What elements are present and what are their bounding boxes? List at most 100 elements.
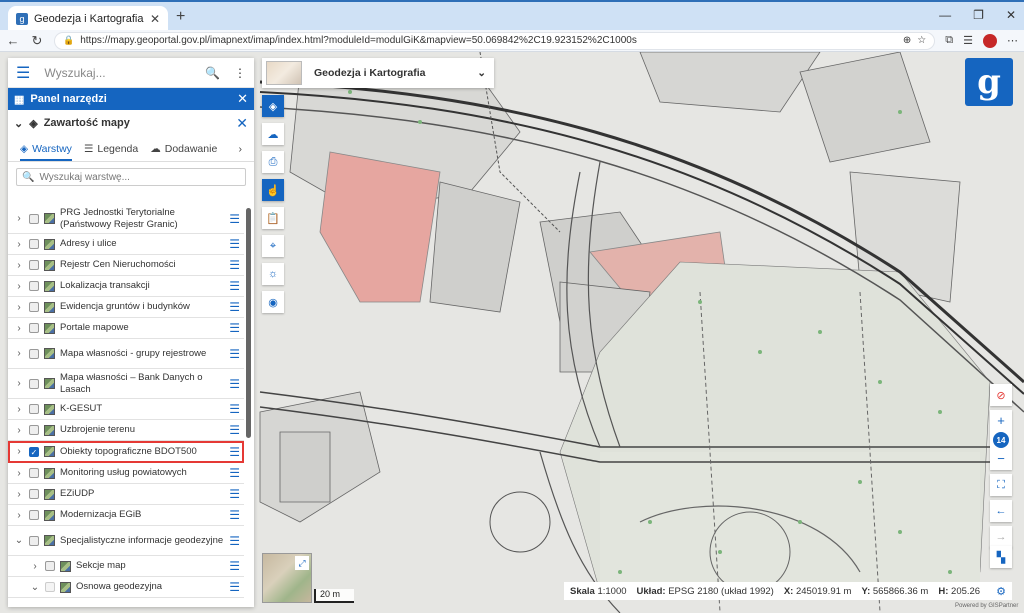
zoom-in-icon[interactable]: + [997,414,1005,428]
layer-row[interactable]: › Modernizacja EGiB ☰ [8,505,244,526]
layer-checkbox[interactable] [29,378,39,389]
layer-list-scrollbar[interactable] [246,208,251,438]
layer-checkbox[interactable]: ✓ [29,446,39,457]
reload-icon[interactable]: ↻ [30,33,44,49]
overview-map[interactable]: ⤢ [262,553,312,603]
expand-chevron-icon[interactable]: › [14,239,24,250]
layer-checkbox[interactable] [29,260,39,270]
layer-checkbox[interactable] [29,535,39,546]
map-contents-header[interactable]: ⌄ ◈ Zawartość mapy ✕ [8,110,254,136]
layer-row[interactable]: › Sekcje map ☰ [8,556,244,577]
tabs-next-icon[interactable]: › [239,143,243,161]
overview-expand-icon[interactable]: ⤢ [295,556,309,570]
layer-row[interactable]: › Mapa własności – Bank Danych o Lasach ☰ [8,369,244,399]
layer-menu-icon[interactable]: ☰ [229,559,240,573]
layer-menu-icon[interactable]: ☰ [229,321,240,335]
expand-chevron-icon[interactable]: › [14,489,24,500]
expand-chevron-icon[interactable]: › [14,323,24,334]
expand-chevron-icon[interactable]: › [14,260,24,271]
layer-menu-icon[interactable]: ☰ [229,487,240,501]
layer-checkbox[interactable] [29,281,39,291]
layer-row[interactable]: › Adresy i ulice ☰ [8,234,244,255]
layer-menu-icon[interactable]: ☰ [229,423,240,437]
layer-checkbox[interactable] [45,582,55,592]
gps-off-button[interactable]: ⊘ [990,384,1012,406]
restore-icon[interactable]: ❐ [973,8,984,22]
layers-tool-button[interactable]: ◈ [262,95,284,117]
layer-menu-icon[interactable]: ☰ [229,347,240,361]
expand-chevron-icon[interactable]: › [14,281,24,292]
collections-icon[interactable]: ☰ [963,34,973,48]
layer-row[interactable]: › Mapa własności - grupy rejestrowe ☰ [8,339,244,369]
basemap-switch-button[interactable]: ▚ [990,546,1012,568]
expand-chevron-icon[interactable]: › [14,302,24,313]
crs-value[interactable]: EPSG 2180 (układ 1992) [668,586,774,597]
browser-tab[interactable]: g Geodezja i Kartografia - Geoportal ✕ [8,6,168,32]
expand-chevron-icon[interactable]: › [14,446,24,457]
layer-row[interactable]: ⌄ Osnowa geodezyjna ☰ [8,577,244,598]
previous-view-button[interactable]: ← [990,500,1012,522]
layer-row[interactable]: › Portale mapowe ☰ [8,318,244,339]
layer-menu-icon[interactable]: ☰ [229,300,240,314]
close-panel-icon[interactable]: ✕ [237,91,248,107]
more-icon[interactable]: ⋯ [1007,34,1018,48]
back-icon[interactable]: ← [6,33,20,48]
tab-close-icon[interactable]: ✕ [150,12,160,26]
layer-search-input[interactable]: 🔍 Wyszukaj warstwę... [16,168,246,186]
layer-row[interactable]: › Ewidencja gruntów i budynków ☰ [8,297,244,318]
layer-checkbox[interactable] [29,489,39,499]
layer-row[interactable]: › K-GESUT ☰ [8,399,244,420]
layer-row[interactable]: › Rejestr Cen Nieruchomości ☰ [8,255,244,276]
window-close-icon[interactable]: ✕ [1006,8,1016,22]
layer-row[interactable]: › Monitoring usług powiatowych ☰ [8,463,244,484]
layer-menu-icon[interactable]: ☰ [229,279,240,293]
cloud-tool-button[interactable]: ☁ [262,123,284,145]
layer-row[interactable]: › Uzbrojenie terenu ☰ [8,420,244,441]
expand-chevron-icon[interactable]: › [14,213,24,224]
layer-menu-icon[interactable]: ☰ [229,377,240,391]
expand-chevron-icon[interactable]: › [14,468,24,479]
tab-layers[interactable]: ◈ Warstwy [20,143,72,161]
expand-chevron-icon[interactable]: › [14,348,24,359]
layer-row[interactable]: › EZiUDP ☰ [8,484,244,505]
next-view-button[interactable]: → [990,526,1012,548]
layer-checkbox[interactable] [45,561,55,571]
layer-row[interactable]: › ✓ Obiekty topograficzne BDOT500 ☰ [8,441,244,463]
scale-value[interactable]: 1:1000 [597,586,626,597]
layer-checkbox[interactable] [29,323,39,333]
layer-menu-icon[interactable]: ☰ [229,508,240,522]
geoportal-logo[interactable]: g [965,58,1013,106]
layer-checkbox[interactable] [29,302,39,312]
layer-menu-icon[interactable]: ☰ [229,258,240,272]
search-icon[interactable]: 🔍 [205,66,220,80]
fullscreen-button[interactable]: ⛶ [990,474,1012,496]
layer-menu-icon[interactable]: ☰ [229,445,240,459]
layer-menu-icon[interactable]: ☰ [229,580,240,594]
url-field[interactable]: 🔒 https://mapy.geoportal.gov.pl/imapnext… [54,31,936,50]
collapse-chevron-icon[interactable]: ⌄ [14,535,24,546]
settings-gear-icon[interactable]: ⚙ [996,585,1006,598]
identify-button[interactable]: ☝ [262,179,284,201]
main-menu-icon[interactable]: ☰ [16,63,30,83]
layer-checkbox[interactable] [29,239,39,249]
collapse-chevron-icon[interactable]: ⌄ [14,117,23,130]
tab-add[interactable]: ☁ Dodawanie [150,143,217,161]
zoom-out-icon[interactable]: − [997,452,1005,466]
expand-chevron-icon[interactable]: › [14,425,24,436]
expand-chevron-icon[interactable]: › [14,510,24,521]
layer-checkbox[interactable] [29,425,39,435]
new-tab-button[interactable]: + [176,8,185,26]
layer-menu-icon[interactable]: ☰ [229,466,240,480]
expand-chevron-icon[interactable]: › [14,404,24,415]
expand-chevron-icon[interactable]: › [14,378,24,389]
zoom-indicator-icon[interactable]: ⊕ [903,35,911,46]
layer-checkbox[interactable] [29,404,39,414]
layer-menu-icon[interactable]: ☰ [229,534,240,548]
minimize-icon[interactable]: — [939,8,951,22]
screenshot-button[interactable]: ◉ [262,291,284,313]
layer-checkbox[interactable] [29,468,39,478]
layer-menu-icon[interactable]: ☰ [229,237,240,251]
layer-checkbox[interactable] [29,510,39,520]
layer-row[interactable]: › PRG Jednostki Terytorialne (Państwowy R… [8,204,244,234]
location-button[interactable]: ⌖ [262,235,284,257]
